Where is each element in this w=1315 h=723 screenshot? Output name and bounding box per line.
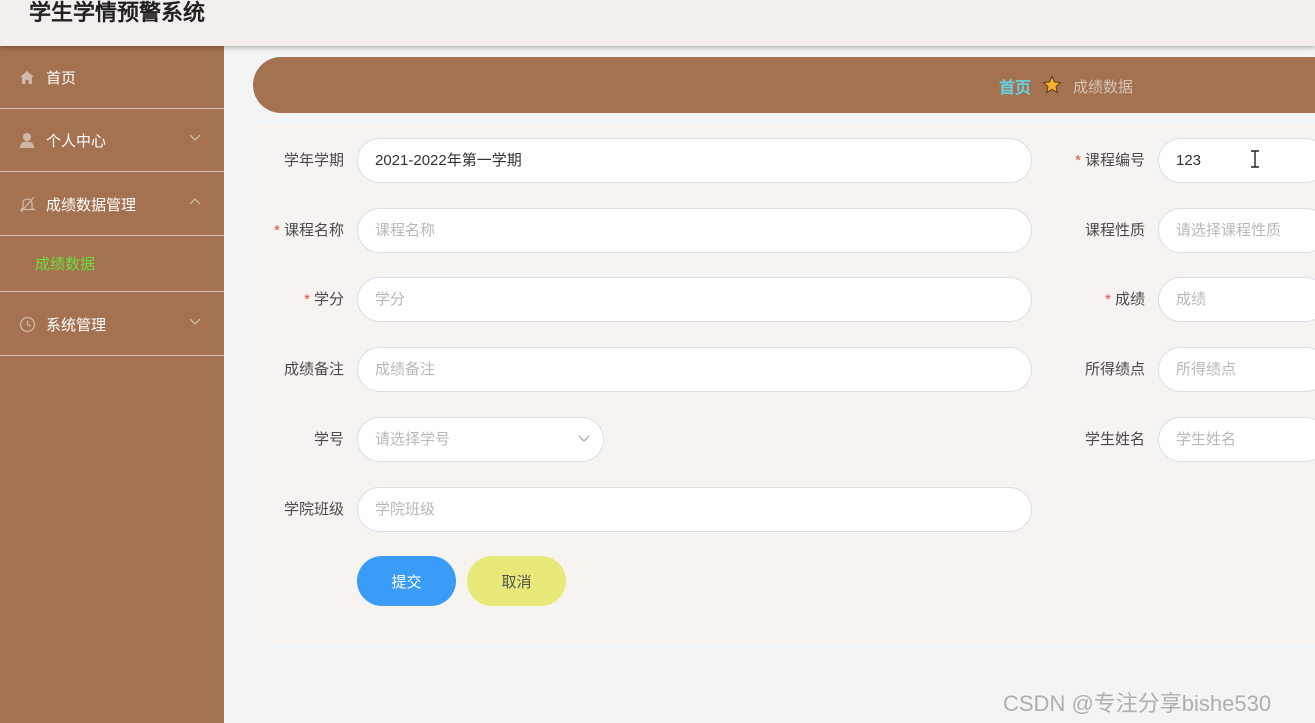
breadcrumb-current: 成绩数据: [1073, 79, 1134, 96]
course-code-label: * 课程编号: [1075, 152, 1145, 169]
student-name-input[interactable]: 学生姓名: [1158, 417, 1315, 462]
sidebar-item-system[interactable]: 系统管理: [0, 293, 224, 356]
app-title: 学生学情预警系统: [29, 0, 206, 25]
text-cursor-icon: [1251, 150, 1259, 168]
gpa-label: 所得绩点: [1084, 361, 1145, 378]
student-no-select[interactable]: 请选择学号: [357, 417, 604, 462]
course-code-input[interactable]: 123: [1158, 138, 1315, 183]
term-input[interactable]: 2021-2022年第一学期: [357, 138, 1032, 183]
credit-label: * 学分: [304, 291, 344, 308]
watermark: CSDN @专注分享bishe530: [1003, 691, 1272, 716]
top-bar: 学生学情预警系统: [0, 0, 1315, 46]
student-name-label: 学生姓名: [1084, 431, 1145, 448]
college-class-label: 学院班级: [283, 501, 344, 518]
sidebar-item-label: 系统管理: [46, 316, 107, 334]
score-note-label: 成绩备注: [283, 361, 344, 378]
sidebar-item-home[interactable]: 首页: [0, 46, 224, 109]
cancel-button[interactable]: 取消: [467, 556, 566, 606]
sidebar-subitem-score-data[interactable]: 成绩数据: [0, 236, 224, 292]
sidebar-item-score-management[interactable]: 成绩数据管理: [0, 173, 224, 236]
submit-button[interactable]: 提交: [357, 556, 456, 606]
score-note-input[interactable]: 成绩备注: [357, 347, 1032, 392]
sidebar-item-label: 首页: [46, 69, 77, 87]
home-icon: [18, 68, 36, 86]
chevron-down-icon: [189, 134, 201, 141]
chevron-down-icon: [189, 318, 201, 325]
sidebar-subitem-label: 成绩数据: [35, 256, 96, 273]
bell-off-icon: [18, 195, 36, 213]
gpa-input[interactable]: 所得绩点: [1158, 347, 1315, 392]
breadcrumb: 首页 成绩数据: [253, 57, 1315, 113]
score-input[interactable]: 成绩: [1158, 277, 1315, 322]
sidebar-item-profile[interactable]: 个人中心: [0, 109, 224, 172]
sidebar-item-label: 成绩数据管理: [46, 196, 137, 214]
credit-input[interactable]: 学分: [357, 277, 1032, 322]
course-type-select[interactable]: 请选择课程性质: [1158, 208, 1315, 253]
clock-icon: [18, 315, 36, 333]
score-label: * 成绩: [1105, 291, 1145, 308]
chevron-up-icon: [189, 198, 201, 205]
course-type-label: 课程性质: [1084, 222, 1145, 239]
star-icon: [1042, 75, 1062, 94]
course-name-label: * 课程名称: [274, 222, 344, 239]
college-class-input[interactable]: 学院班级: [357, 487, 1032, 532]
user-icon: [18, 131, 36, 149]
student-no-placeholder: 请选择学号: [375, 431, 451, 448]
student-no-label: 学号: [313, 431, 344, 448]
sidebar-item-label: 个人中心: [46, 132, 107, 150]
term-label: 学年学期: [283, 152, 344, 169]
breadcrumb-home-link[interactable]: 首页: [999, 74, 1031, 98]
chevron-down-icon: [578, 435, 590, 442]
sidebar: 首页 个人中心 成绩数据管理 成绩数据 系统管理: [0, 46, 224, 723]
course-name-input[interactable]: 课程名称: [357, 208, 1032, 253]
